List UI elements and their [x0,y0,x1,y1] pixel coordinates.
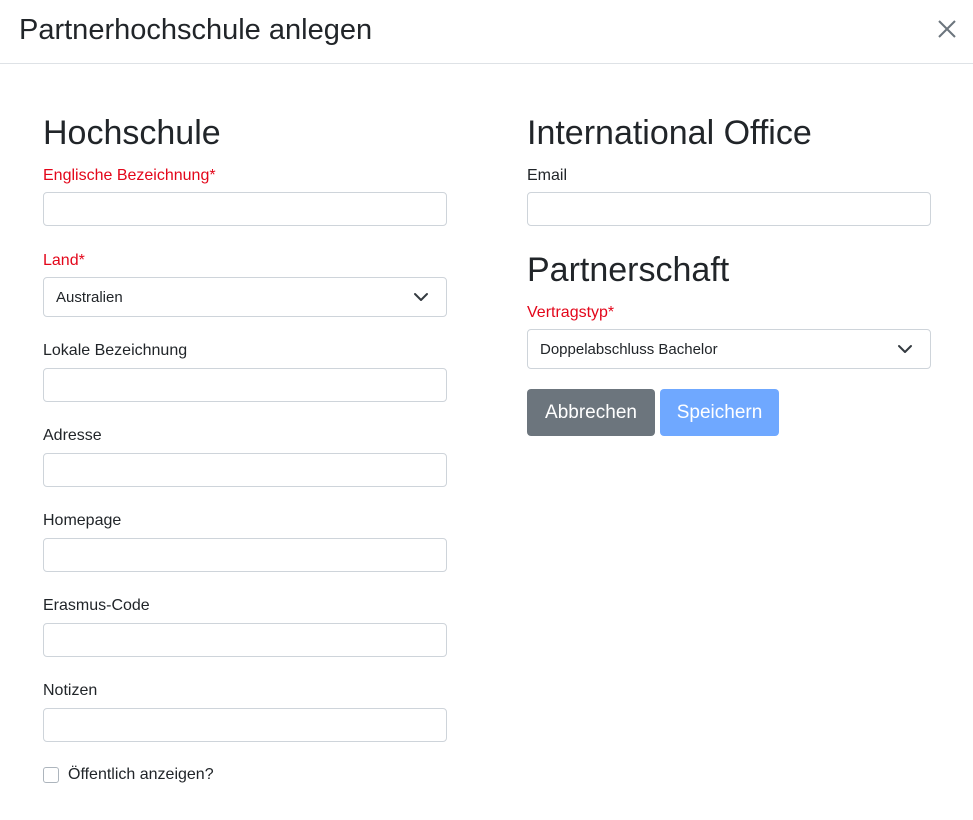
notizen-label: Notizen [43,682,98,699]
lokale-bezeichnung-input[interactable] [43,368,447,402]
erasmus-code-input[interactable] [43,623,447,657]
lokale-bezeichnung-label: Lokale Bezeichnung [43,342,188,359]
chevron-down-icon [414,293,428,301]
close-icon [938,20,956,38]
homepage-label: Homepage [43,512,122,529]
englische-bezeichnung-label: Englische Bezeichnung* [43,167,216,184]
modal-header: Partnerhochschule anlegen [0,0,973,64]
land-selected-value: Australien [56,289,123,306]
englische-bezeichnung-input[interactable] [43,192,447,226]
vertragstyp-selected-value: Doppelabschluss Bachelor [540,341,718,358]
public-checkbox-label[interactable]: Öffentlich anzeigen? [68,765,214,785]
chevron-down-icon [898,345,912,353]
land-label: Land* [43,252,85,269]
save-button[interactable]: Speichern [660,389,779,436]
vertragstyp-select[interactable]: Doppelabschluss Bachelor [527,329,931,369]
adresse-input[interactable] [43,453,447,487]
erasmus-code-label: Erasmus-Code [43,597,150,614]
homepage-input[interactable] [43,538,447,572]
email-label: Email [527,167,568,184]
land-select[interactable]: Australien [43,277,447,317]
international-office-heading: International Office [527,114,812,152]
notizen-input[interactable] [43,708,447,742]
cancel-button[interactable]: Abbrechen [527,389,655,436]
public-checkbox[interactable] [43,767,59,783]
adresse-label: Adresse [43,427,102,444]
modal-title: Partnerhochschule anlegen [19,14,373,46]
vertragstyp-label: Vertragstyp* [527,304,615,321]
email-input[interactable] [527,192,931,226]
hochschule-heading: Hochschule [43,114,221,152]
close-button[interactable] [934,16,960,42]
partnerschaft-heading: Partnerschaft [527,251,730,289]
